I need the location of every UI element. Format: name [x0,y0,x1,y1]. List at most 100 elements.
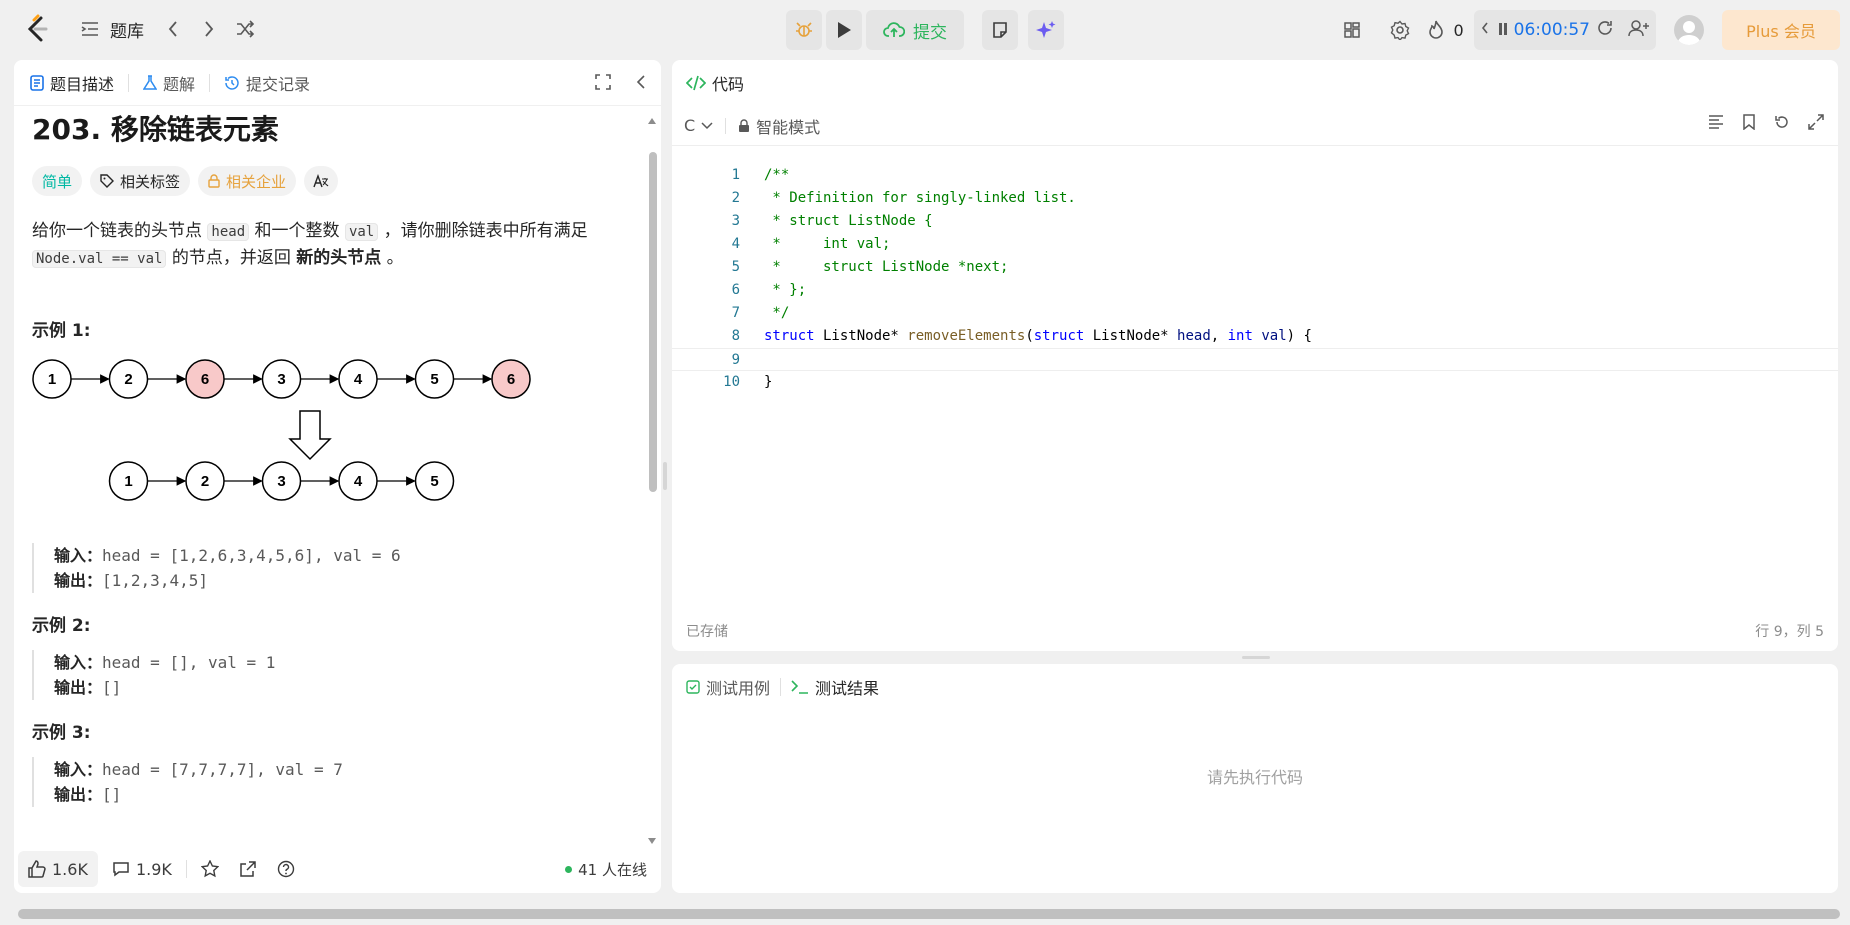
notes-button[interactable] [982,10,1018,50]
saved-status: 已存储 [686,624,728,640]
like-button[interactable]: 1.6K [18,851,98,887]
horizontal-scrollbar[interactable] [18,909,1840,919]
example-3-title: 示例 3: [32,723,91,743]
node-value: 1 [48,371,56,388]
share-button[interactable] [229,851,267,887]
cursor-position: 行 9，列 5 [1755,624,1824,640]
tab-divider [209,73,211,92]
pause-icon[interactable] [1498,21,1508,40]
example-input: head = [], val = 1 [102,653,276,672]
example-output: [] [102,785,122,804]
node-value: 6 [507,371,515,388]
favorite-button[interactable] [191,851,229,887]
top-bar: 题库 提交 0 06:00:57 Plus 会员 [0,0,1850,58]
timer-group: 06:00:57 [1473,10,1656,50]
problem-list-button[interactable]: 题库 [80,17,144,42]
output-label: 输出： [54,678,103,697]
horizontal-splitter[interactable] [1242,656,1270,659]
tab-results[interactable]: 测试结果 [791,675,879,699]
flask-icon [143,74,158,90]
example-input: head = [1,2,6,3,4,5,6], val = 6 [102,546,401,565]
scroll-down-icon[interactable] [647,830,657,844]
code-line-current: 9 [672,348,1838,371]
code-line: 5 * struct ListNode *next; [672,256,1838,279]
node-value: 5 [430,473,438,490]
tab-submissions[interactable]: 提交记录 [224,71,310,95]
expand-icon[interactable] [1808,114,1824,130]
node-value: 5 [430,371,438,388]
user-avatar[interactable] [1674,15,1704,45]
translate-button[interactable] [304,166,339,196]
vertical-splitter[interactable] [663,462,667,490]
online-dot [565,865,573,873]
language-select[interactable]: C [684,116,713,135]
run-button[interactable] [826,10,862,50]
tab-results-label: 测试结果 [815,679,880,698]
prev-problem-icon[interactable] [156,12,190,46]
related-companies-button[interactable]: 相关企业 [198,166,297,196]
sparkle-icon [1036,21,1056,38]
related-tags-button[interactable]: 相关标签 [90,166,191,196]
desc-text: 给你一个链表的头节点 [32,221,208,241]
collapse-panel-icon[interactable] [635,74,647,94]
debug-button[interactable] [786,10,822,50]
shuffle-icon[interactable] [228,12,262,46]
vertical-scrollbar[interactable] [649,152,657,492]
problem-title: 203. 移除链表元素 [32,113,279,146]
comment-count: 1.9K [135,859,172,879]
plus-membership-button[interactable]: Plus 会员 [1722,10,1840,50]
tab-divider [780,678,782,696]
language-label: C [684,116,696,135]
transform-down-arrow [288,410,332,461]
problem-footer: 1.6K 1.9K 41 人在线 [14,845,661,893]
settings-gear-icon[interactable] [1383,13,1417,47]
comments-button[interactable]: 1.9K [102,851,182,887]
tab-divider [128,73,130,92]
format-icon[interactable] [1708,115,1724,129]
like-count: 1.6K [52,859,88,879]
scroll-up-icon[interactable] [647,110,657,124]
line-number: 4 [731,236,740,252]
empty-results-message: 请先执行代码 [1206,768,1303,787]
editor-actions [1708,114,1824,130]
tab-testcases[interactable]: 测试用例 [686,675,770,699]
comment-icon [113,862,129,877]
tab-description[interactable]: 题目描述 [30,71,114,95]
difficulty-badge[interactable]: 简单 [32,166,83,196]
smart-mode-label: 智能模式 [756,117,821,137]
input-label: 输入： [54,760,103,779]
code-tab-label[interactable]: 代码 [712,71,744,95]
code-panel: 代码 C 智能模式 1/** 2 * Definition for singly… [672,60,1838,651]
ai-assistant-button[interactable] [1028,10,1064,50]
leetcode-logo-icon[interactable] [24,14,50,44]
smart-mode-toggle[interactable]: 智能模式 [738,114,820,138]
node-value: 4 [354,371,363,388]
submit-button[interactable]: 提交 [866,10,964,50]
line-number: 8 [731,328,740,344]
help-button[interactable] [267,851,305,887]
next-problem-icon[interactable] [192,12,226,46]
fullscreen-icon[interactable] [595,74,611,94]
add-friend-icon[interactable] [1628,19,1650,41]
reset-code-icon[interactable] [1774,114,1790,130]
online-count: 41 人在线 [578,860,647,879]
desc-text: 的节点，并返回 [166,248,297,268]
timer-collapse-icon[interactable] [1480,21,1490,39]
node-value: 2 [124,371,132,388]
bookmark-icon[interactable] [1742,114,1756,130]
translate-icon [313,174,329,188]
code-editor[interactable]: 1/** 2 * Definition for singly-linked li… [672,152,1838,592]
problem-description: 给你一个链表的头节点 head 和一个整数 val ，请你删除链表中所有满足 N… [32,218,626,272]
streak-counter[interactable]: 0 [1427,20,1464,40]
example-2: 输入：head = [], val = 1 输出：[] [32,650,626,700]
list-icon [81,22,98,36]
layout-icon[interactable] [1335,13,1369,47]
tab-solutions[interactable]: 题解 [143,71,195,95]
line-number: 5 [731,259,740,275]
bug-icon [796,22,812,37]
desc-bold: 新的头节点 [296,248,382,268]
input-label: 输入： [54,653,103,672]
chevron-down-icon [701,121,713,129]
reset-timer-icon[interactable] [1596,19,1614,41]
lock-icon [739,118,750,132]
